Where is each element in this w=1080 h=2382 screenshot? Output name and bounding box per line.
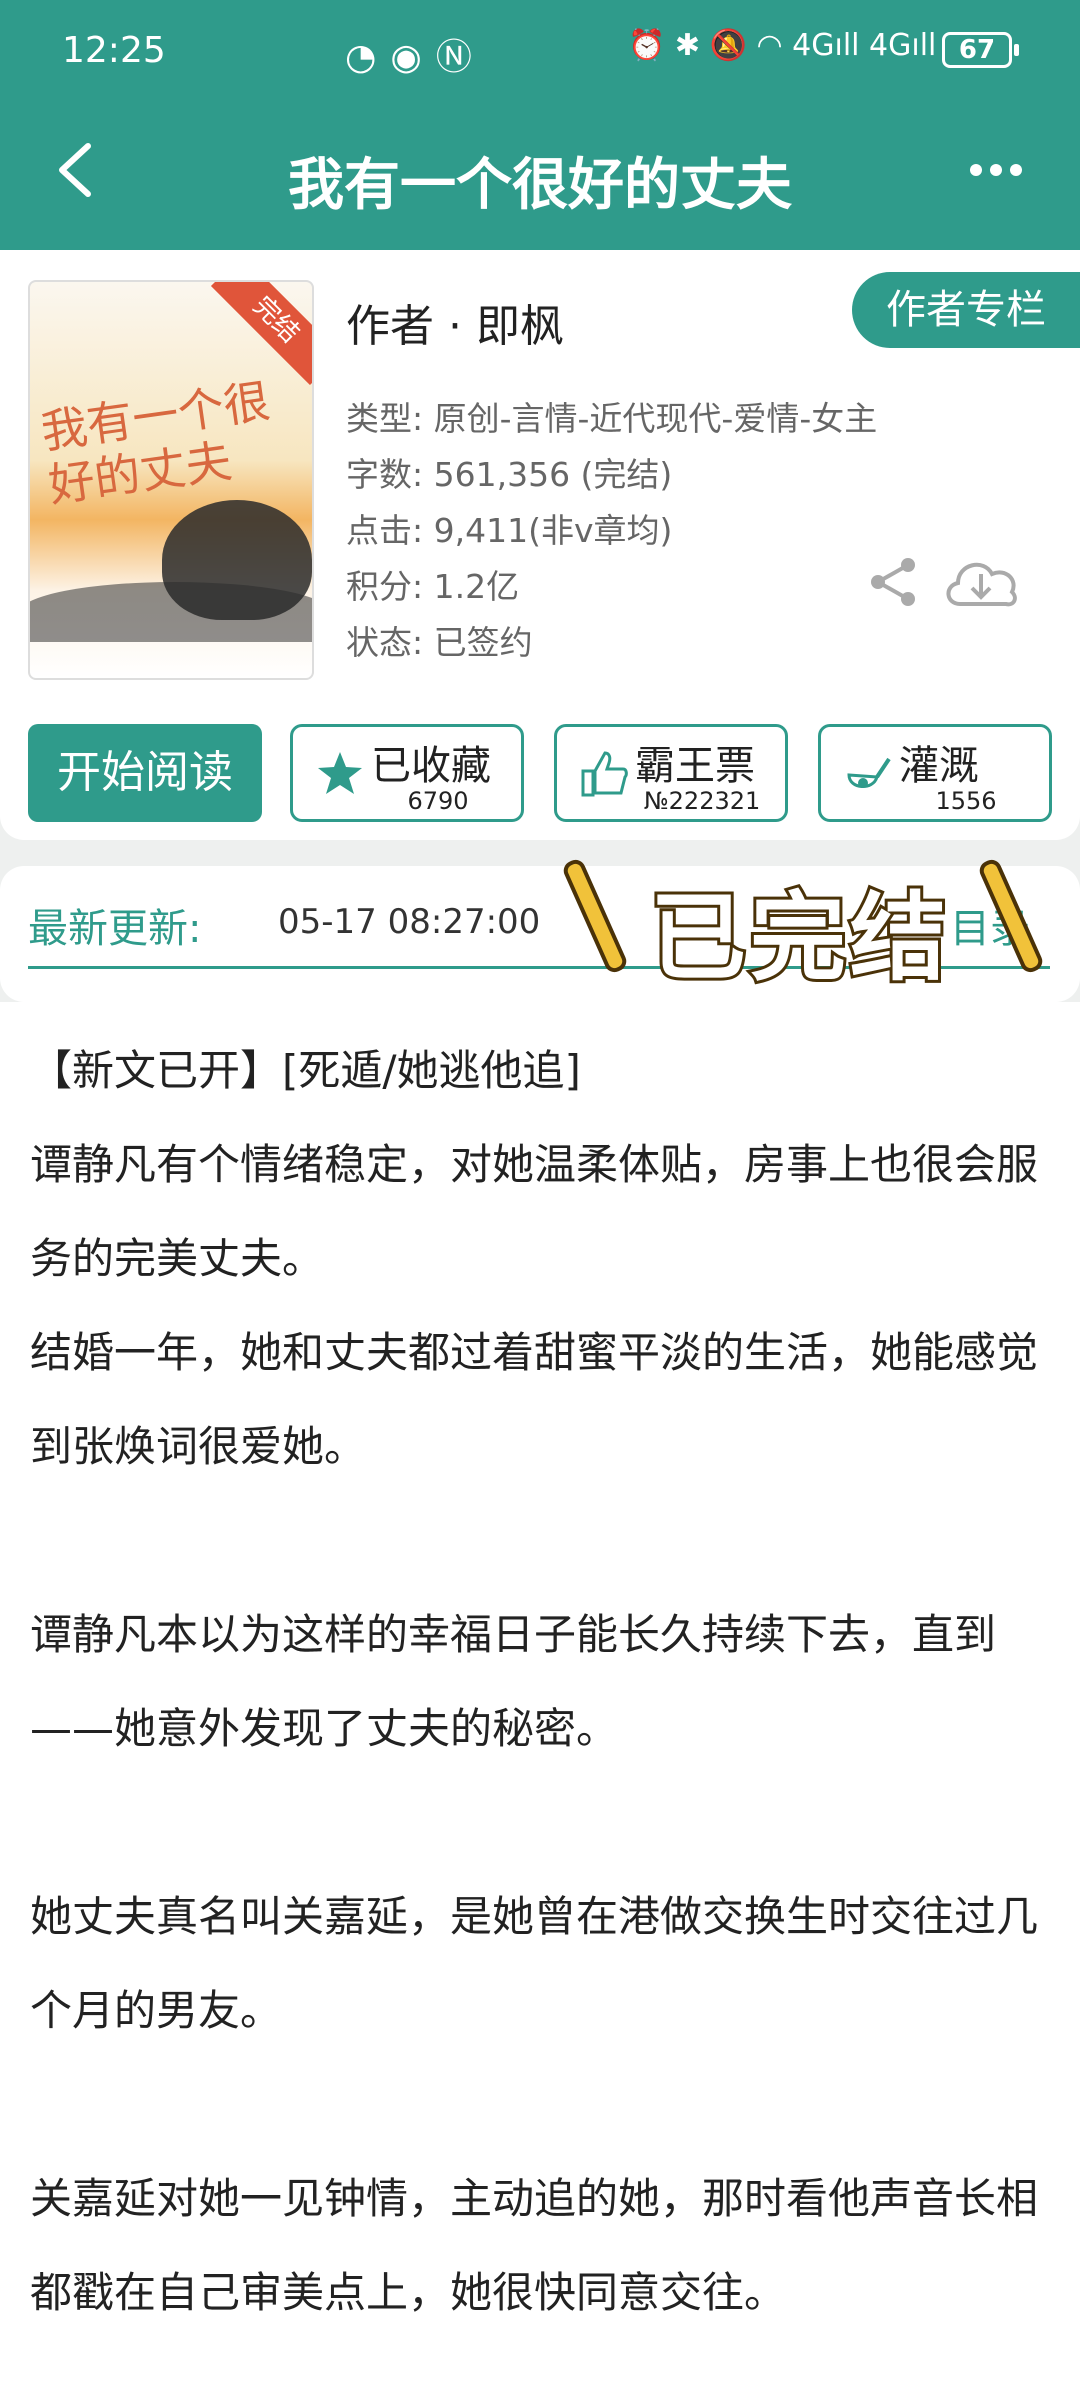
download-cloud-icon[interactable] [940,550,1022,614]
more-icon[interactable] [966,150,1026,190]
battery-icon: 67 [942,32,1019,68]
share-icon[interactable] [866,555,920,609]
latest-update-label: 最新更新: [28,906,202,952]
completed-stamp: 已完结 [560,850,1050,997]
vote-count: №222321 [643,787,761,815]
cover-title: 我有一个很好的丈夫 [37,373,274,513]
stamp-text: 已完结 [647,879,950,997]
status-time: 12:25 [62,30,166,71]
info-clicks: 点击: 9,411(非v章均) [346,511,673,550]
page-title: 我有一个很好的丈夫 [288,153,792,218]
author-column-button[interactable]: 作者专栏 [852,272,1080,348]
collect-label: 已收藏 [371,743,491,789]
collect-count: 6790 [407,787,469,815]
info-status: 状态: 已签约 [346,623,533,662]
synopsis-paragraph: 谭静凡有个情绪稳定，对她温柔体贴，房事上也很会服务的完美丈夫。 [30,1140,1039,1283]
book-cover[interactable]: 完结 我有一个很好的丈夫 [28,280,314,680]
status-icons-left: ◔◉Ⓝ [345,37,486,78]
water-count: 1556 [935,787,997,815]
stamp-bar-left [560,856,630,976]
book-card: 完结 我有一个很好的丈夫 作者 · 即枫 作者专栏 类型: 原创-言情-近代现代… [0,250,1080,840]
info-score: 积分: 1.2亿 [346,567,520,606]
synopsis-paragraph: 谭静凡本以为这样的幸福日子能长久持续下去，直到——她意外发现了丈夫的秘密。 [30,1610,997,1753]
author-name[interactable]: 作者 · 即枫 [346,290,564,354]
synopsis-paragraph: 她丈夫真名叫关嘉延，是她曾在港做交换生时交往过几个月的男友。 [30,1892,1039,2035]
info-words: 字数: 561,356 (完结) [346,455,673,494]
cover-ribbon: 完结 [210,282,312,386]
vote-button[interactable]: 霸王票 №222321 [554,724,788,822]
synopsis-paragraph: 结婚一年，她和丈夫都过着甜蜜平淡的生活，她能感觉到张焕词很爱她。 [30,1328,1039,1471]
stamp-bar-right [976,856,1046,976]
synopsis-paragraph: 【新文已开】[死遁/她逃他追] [30,1046,581,1095]
latest-update-time: 05-17 08:27:00 [278,902,541,942]
status-icons-right: ⏰ ✱ 🔕 ◠ 4Gıll 4Gıll [628,28,937,63]
info-type: 类型: 原创-言情-近代现代-爱情-女主 [346,399,878,438]
synopsis: 【新文已开】[死遁/她逃他追] 谭静凡有个情绪稳定，对她温柔体贴，房事上也很会服… [0,1002,1080,2382]
start-reading-button[interactable]: 开始阅读 [28,724,262,822]
app-header: 12:25 ◔◉Ⓝ ⏰ ✱ 🔕 ◠ 4Gıll 4Gıll 67 我有一个很好的… [0,0,1080,250]
vote-label: 霸王票 [635,743,755,789]
collect-button[interactable]: 已收藏 6790 [290,724,524,822]
water-label: 灌溉 [899,743,979,789]
water-button[interactable]: 灌溉 1556 [818,724,1052,822]
cover-figure [162,500,312,620]
synopsis-paragraph: 关嘉延对她一见钟情，主动追的她，那时看他声音长相都戳在自己审美点上，她很快同意交… [30,2174,1039,2317]
